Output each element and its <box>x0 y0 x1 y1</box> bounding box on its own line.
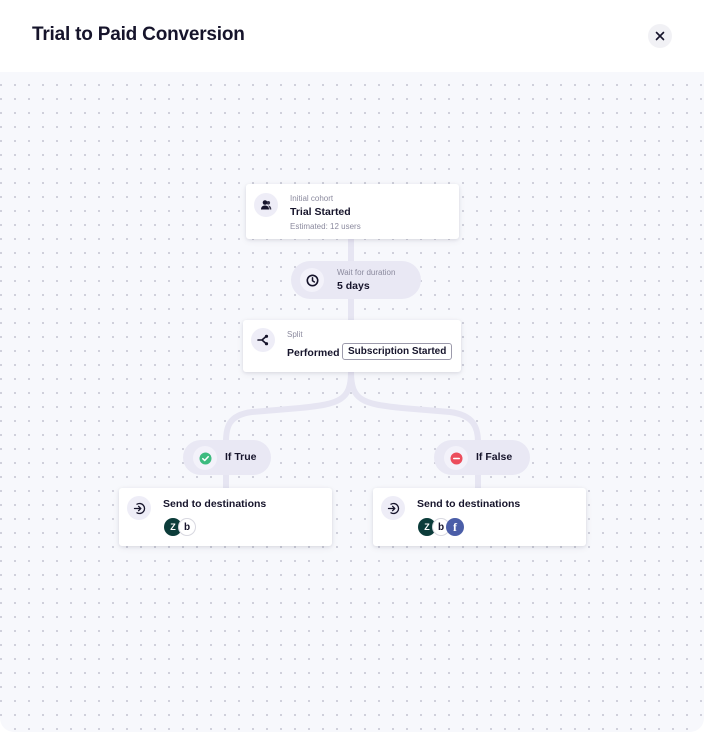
action-node-true[interactable]: Send to destinations Z b <box>119 488 332 546</box>
facebook-logo-icon: f <box>446 518 464 536</box>
clock-icon <box>306 274 318 286</box>
users-icon <box>261 200 272 210</box>
cohort-node[interactable]: Initial cohort Trial Started Estimated: … <box>246 184 459 239</box>
flow-canvas[interactable] <box>0 72 704 732</box>
split-label: Split <box>287 330 303 339</box>
send-icon <box>133 502 145 514</box>
close-icon <box>655 31 665 41</box>
close-button[interactable] <box>648 24 672 48</box>
destination-b-logo-icon: b <box>178 518 196 536</box>
cohort-icon-wrap <box>254 193 278 217</box>
wait-node[interactable]: Wait for duration 5 days <box>291 261 421 299</box>
cohort-name: Trial Started <box>290 206 351 218</box>
send-icon <box>387 502 399 514</box>
modal-title: Trial to Paid Conversion <box>32 24 245 45</box>
cohort-estimate: Estimated: 12 users <box>290 222 361 231</box>
branch-true-label: If True <box>225 451 257 463</box>
split-condition: Performed <box>287 347 340 359</box>
send-icon-wrap <box>127 496 151 520</box>
branch-true-node[interactable]: If True <box>183 440 271 475</box>
wait-value: 5 days <box>337 280 370 292</box>
branch-false-label: If False <box>476 451 513 463</box>
modal-header: Trial to Paid Conversion <box>0 0 704 72</box>
split-icon <box>257 334 269 346</box>
wait-label: Wait for duration <box>337 268 396 277</box>
action-true-label: Send to destinations <box>163 498 267 510</box>
wait-icon-wrap <box>300 268 324 292</box>
split-event-chip[interactable]: Subscription Started <box>342 343 453 360</box>
check-circle-icon <box>199 452 211 464</box>
branch-false-icon-wrap <box>444 446 468 470</box>
action-node-false[interactable]: Send to destinations Z b f <box>373 488 586 546</box>
split-node[interactable]: Split Performed Subscription Started <box>243 320 461 372</box>
cohort-label: Initial cohort <box>290 194 334 203</box>
branch-true-icon-wrap <box>193 446 217 470</box>
action-false-label: Send to destinations <box>417 498 521 510</box>
send-icon-wrap <box>381 496 405 520</box>
minus-circle-icon <box>450 452 462 464</box>
branch-false-node[interactable]: If False <box>434 440 530 475</box>
split-icon-wrap <box>251 328 275 352</box>
